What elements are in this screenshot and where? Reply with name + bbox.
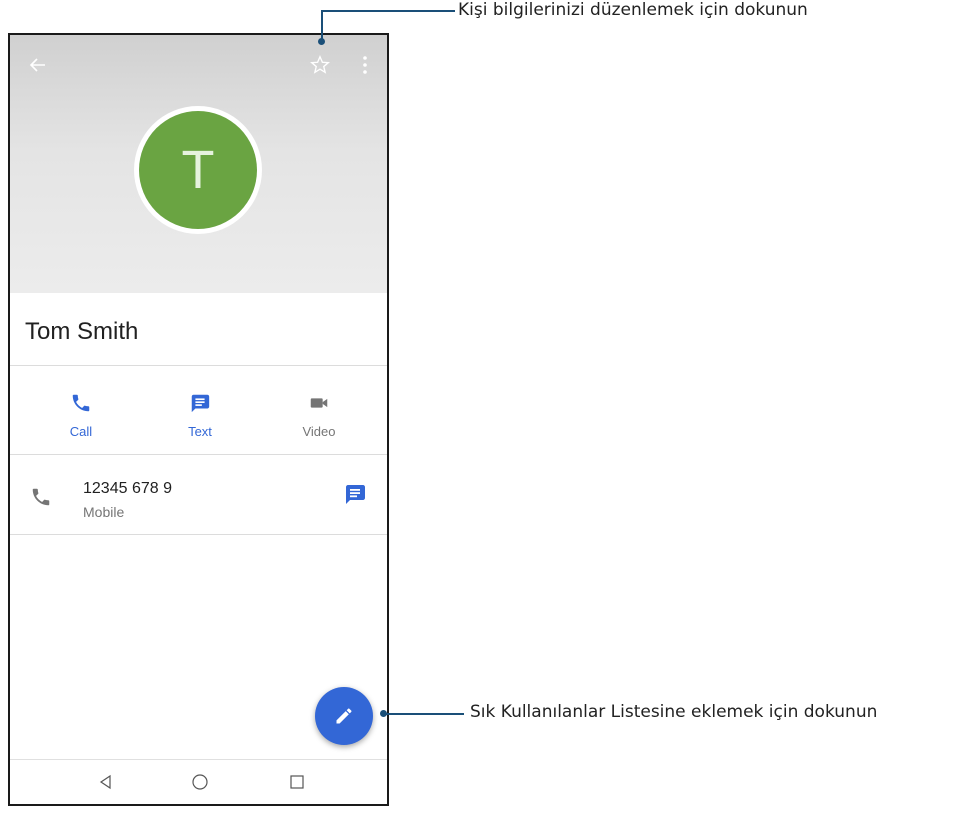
phone-number: 12345 678 9: [83, 480, 172, 497]
text-action[interactable]: Text: [160, 390, 240, 439]
call-action[interactable]: Call: [41, 390, 121, 439]
phone-entry-row[interactable]: 12345 678 9 Mobile: [10, 456, 387, 534]
callout-line: [384, 713, 464, 715]
phone-icon: [72, 394, 90, 412]
callout-add-favorites: Sık Kullanılanlar Listesine eklemek için…: [470, 702, 878, 722]
callout-line: [321, 10, 323, 40]
divider: [10, 534, 387, 535]
nav-back-button[interactable]: [94, 770, 118, 794]
pencil-icon: [336, 708, 352, 724]
more-vert-icon: [363, 56, 367, 74]
star-outline-icon: [310, 55, 330, 74]
divider: [10, 365, 387, 366]
message-icon: [191, 394, 210, 413]
text-label: Text: [188, 424, 212, 439]
send-message-button[interactable]: [343, 482, 367, 511]
edit-contact-button[interactable]: [315, 687, 373, 745]
more-options-button[interactable]: [351, 51, 379, 79]
phone-screen: T Tom Smith Call Text Video 12345 678 9 …: [8, 33, 389, 806]
system-nav-bar: [10, 759, 387, 804]
favorite-star-button[interactable]: [306, 51, 334, 79]
videocam-icon: [310, 398, 328, 408]
nav-recents-button[interactable]: [285, 770, 309, 794]
avatar-letter: T: [139, 111, 257, 229]
nav-home-button[interactable]: [188, 770, 212, 794]
video-label: Video: [302, 424, 336, 439]
contact-header: T: [10, 35, 387, 293]
avatar: T: [134, 106, 262, 234]
contact-name: Tom Smith: [25, 318, 139, 345]
square-recents-icon: [290, 775, 304, 789]
circle-home-icon: [192, 774, 208, 790]
phone-type: Mobile: [83, 504, 125, 520]
arrow-left-icon: [29, 58, 45, 72]
divider: [10, 454, 387, 455]
triangle-back-icon: [99, 774, 111, 790]
video-action[interactable]: Video: [279, 390, 359, 439]
callout-edit-contact: Kişi bilgilerinizi düzenlemek için dokun…: [458, 0, 808, 20]
callout-line: [321, 10, 455, 12]
phone-icon: [32, 488, 50, 506]
call-label: Call: [69, 424, 93, 439]
message-icon: [346, 485, 365, 504]
back-button[interactable]: [24, 51, 52, 79]
